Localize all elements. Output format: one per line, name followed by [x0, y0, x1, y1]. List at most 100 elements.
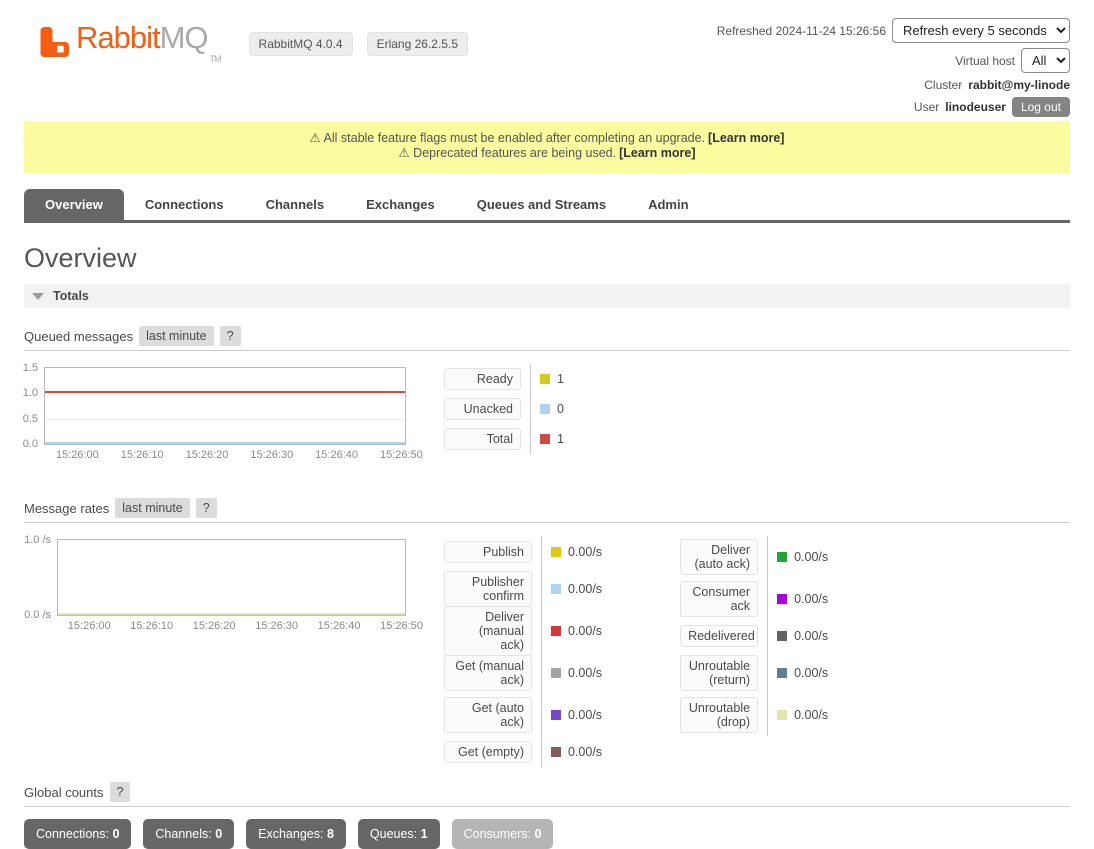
cluster-name: rabbit@my-linode [968, 78, 1070, 92]
exchanges-count-badge[interactable]: Exchanges: 8 [246, 819, 346, 849]
tab-channels[interactable]: Channels [245, 189, 346, 220]
legend-swatch-unacked [540, 404, 550, 414]
x-axis-tick-label: 15:26:10 [130, 620, 173, 632]
virtual-host-select[interactable]: All [1021, 48, 1070, 73]
queues-count-value: 1 [421, 827, 428, 841]
legend-value-total: 1 [557, 432, 564, 446]
connections-count-badge[interactable]: Connections: 0 [24, 819, 131, 849]
message-rates-period-badge[interactable]: last minute [115, 498, 189, 518]
brand-tm: TM [210, 54, 221, 64]
x-axis-tick-label: 15:26:50 [380, 620, 423, 632]
brand-block: RabbitMQTM RabbitMQ 4.0.4 Erlang 26.2.5.… [24, 10, 468, 117]
x-axis-tick-label: 15:26:00 [56, 449, 99, 461]
queues-count-label: Queues: [370, 827, 417, 841]
legend-value-ready: 1 [557, 372, 564, 386]
tab-connections[interactable]: Connections [124, 189, 245, 220]
queued-messages-legend: Ready Unacked Total 1 0 1 [444, 364, 564, 454]
channels-count-badge[interactable]: Channels: 0 [143, 819, 234, 849]
erlang-version-badge: Erlang 26.2.5.5 [367, 32, 468, 56]
cluster-label: Cluster [924, 78, 962, 92]
message-rates-legend-right: Deliver (auto ack) Consumer ack Redelive… [680, 536, 828, 736]
chevron-down-icon [32, 293, 44, 300]
legend-swatch-publisher-confirm [551, 584, 561, 594]
exchanges-count-value: 8 [327, 827, 334, 841]
brand-mq: MQ [160, 20, 208, 55]
main-nav-tabs: Overview Connections Channels Exchanges … [24, 189, 1070, 223]
tab-exchanges[interactable]: Exchanges [345, 189, 456, 220]
learn-more-link-2[interactable]: [Learn more] [619, 146, 695, 160]
legend-label-get-empty: Get (empty) [444, 741, 532, 763]
global-counts-help-icon[interactable]: ? [110, 782, 131, 802]
legend-label-get-auto-ack: Get (auto ack) [444, 697, 532, 733]
refresh-interval-select[interactable]: Refresh every 5 seconds [892, 18, 1070, 43]
totals-section-toggle[interactable]: Totals [24, 284, 1070, 308]
x-axis-tick-label: 15:26:50 [380, 449, 423, 461]
connections-count-value: 0 [112, 827, 119, 841]
legend-value-get-manual-ack: 0.00/s [568, 666, 602, 680]
x-axis-tick-label: 15:26:30 [255, 620, 298, 632]
queued-messages-chart-row: 1.51.00.50.015:26:0015:26:1015:26:2015:2… [24, 367, 1070, 454]
warning-text-2: ⚠ Deprecated features are being used. [399, 146, 617, 160]
y-axis-tick-label: 1.0 [23, 387, 38, 399]
learn-more-link-1[interactable]: [Learn more] [708, 131, 784, 145]
totals-label: Totals [53, 289, 89, 303]
y-axis-tick-label: 0.0 [23, 438, 38, 450]
x-axis-tick-label: 15:26:40 [315, 449, 358, 461]
legend-value-publish: 0.00/s [568, 545, 602, 559]
header-right: Refreshed 2024-11-24 15:26:56 Refresh ev… [717, 10, 1070, 117]
legend-value-unacked: 0 [557, 402, 564, 416]
queued-messages-help-icon[interactable]: ? [220, 326, 241, 346]
gridline [45, 393, 405, 394]
legend-label-redelivered: Redelivered [680, 625, 758, 647]
legend-swatch-total [540, 434, 550, 444]
legend-value-unroutable-return: 0.00/s [794, 666, 828, 680]
version-badges: RabbitMQ 4.0.4 Erlang 26.2.5.5 [249, 32, 468, 56]
queued-messages-title: Queued messages [24, 329, 133, 344]
legend-value-get-auto-ack: 0.00/s [568, 708, 602, 722]
legend-swatch-deliver-auto-ack [777, 552, 787, 562]
queues-count-badge[interactable]: Queues: 1 [358, 819, 440, 849]
global-counts-header: Global counts ? [24, 782, 1070, 807]
message-rates-chart: 1.0 /s0.0 /s15:26:0015:26:1015:26:2015:2… [57, 539, 406, 616]
message-rates-help-icon[interactable]: ? [196, 498, 217, 518]
legend-value-unroutable-drop: 0.00/s [794, 708, 828, 722]
legend-value-consumer-ack: 0.00/s [794, 592, 828, 606]
logout-button[interactable]: Log out [1012, 97, 1070, 117]
y-axis-tick-label: 0.0 /s [24, 609, 51, 621]
legend-swatch-ready [540, 374, 550, 384]
rabbitmq-logo-icon [36, 24, 72, 60]
tab-queues-and-streams[interactable]: Queues and Streams [456, 189, 627, 220]
channels-count-label: Channels: [155, 827, 211, 841]
user-label: User [914, 100, 939, 114]
legend-swatch-deliver-manual-ack [551, 626, 561, 636]
series-line-total [45, 391, 405, 393]
x-axis-tick-label: 15:26:20 [186, 449, 229, 461]
page-title: Overview [24, 243, 1070, 274]
legend-label-unroutable-return: Unroutable (return) [680, 655, 758, 691]
brand-text: RabbitMQTM [76, 20, 221, 64]
message-rates-legend-left: Publish Publisher confirm Deliver (manua… [444, 536, 602, 768]
x-axis-tick-label: 15:26:30 [250, 449, 293, 461]
x-axis-tick-label: 15:26:40 [318, 620, 361, 632]
tab-admin[interactable]: Admin [627, 189, 709, 220]
rabbitmq-logo: RabbitMQTM [36, 20, 221, 64]
tab-overview[interactable]: Overview [24, 189, 124, 220]
x-axis-tick-label: 15:26:00 [68, 620, 111, 632]
refreshed-timestamp: Refreshed 2024-11-24 15:26:56 [717, 24, 886, 38]
legend-label-unacked: Unacked [444, 398, 521, 420]
connections-count-label: Connections: [36, 827, 109, 841]
series-line-unacked [45, 442, 405, 444]
legend-swatch-get-empty [551, 747, 561, 757]
queued-messages-period-badge[interactable]: last minute [139, 326, 213, 346]
legend-label-get-manual-ack: Get (manual ack) [444, 655, 532, 691]
legend-swatch-unroutable-drop [777, 710, 787, 720]
warning-line-2: ⚠ Deprecated features are being used.[Le… [24, 146, 1070, 161]
header: RabbitMQTM RabbitMQ 4.0.4 Erlang 26.2.5.… [0, 0, 1094, 117]
exchanges-count-label: Exchanges: [258, 827, 323, 841]
legend-swatch-unroutable-return [777, 668, 787, 678]
brand-rabbit: Rabbit [76, 20, 160, 55]
legend-label-consumer-ack: Consumer ack [680, 581, 758, 617]
message-rates-title: Message rates [24, 501, 109, 516]
rabbitmq-version-badge: RabbitMQ 4.0.4 [249, 32, 353, 56]
series-line-unroutable-drop- [58, 613, 405, 615]
